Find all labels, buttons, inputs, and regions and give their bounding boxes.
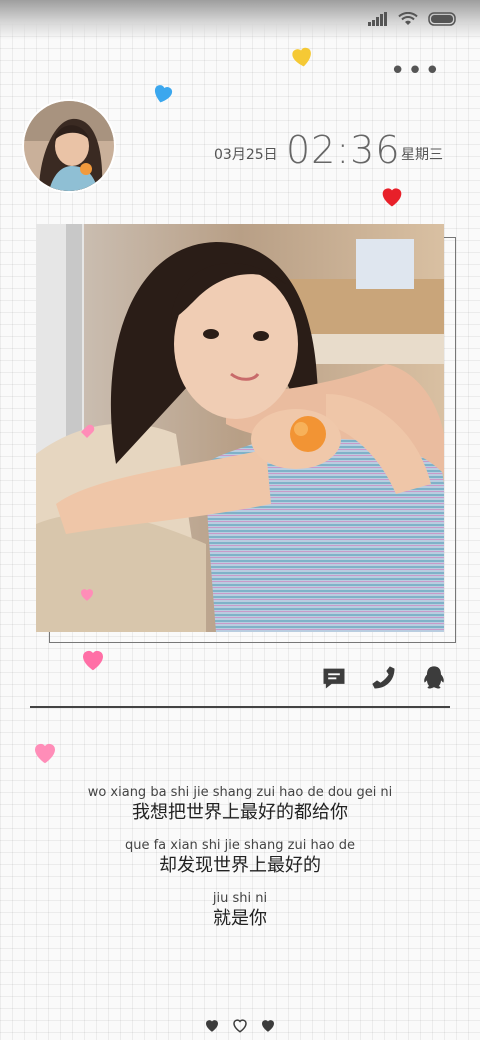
message-icon[interactable] [320, 664, 348, 692]
heart-icon [382, 188, 402, 207]
lyric-line: que fa xian shi jie shang zui hao de 却发现… [0, 838, 480, 878]
heart-icon [83, 650, 103, 671]
lyric-pinyin: que fa xian shi jie shang zui hao de [124, 838, 355, 853]
lyric-pinyin: jiu shi ni [212, 891, 268, 906]
signal-icon [368, 12, 387, 26]
heart-icon [81, 589, 93, 601]
heart-outline-icon[interactable] [231, 1016, 249, 1034]
status-icons [368, 12, 458, 26]
heart-icon [154, 85, 173, 103]
lyrics-block: wo xiang ba shi jie shang zui hao de dou… [0, 785, 480, 931]
action-bar [320, 664, 448, 692]
qq-icon[interactable] [420, 664, 448, 692]
divider [30, 706, 450, 708]
lyric-line: wo xiang ba shi jie shang zui hao de dou… [0, 785, 480, 825]
heart-filled-icon[interactable] [203, 1016, 221, 1034]
lyric-hanzi: 就是你 [213, 908, 267, 929]
time-text: 02:36 [286, 128, 401, 172]
weekday-text: 星期三 [401, 147, 443, 163]
avatar[interactable] [24, 101, 114, 191]
lyric-pinyin: wo xiang ba shi jie shang zui hao de dou… [87, 785, 393, 800]
page-indicator [0, 1016, 480, 1034]
heart-icon [35, 743, 55, 764]
battery-icon [428, 12, 456, 26]
date-text: 03月25日 [214, 147, 278, 163]
lyric-line: jiu shi ni 就是你 [0, 891, 480, 931]
lyric-hanzi: 我想把世界上最好的都给你 [132, 802, 348, 823]
lyric-hanzi: 却发现世界上最好的 [159, 855, 321, 876]
heart-filled-icon[interactable] [259, 1016, 277, 1034]
wifi-icon [398, 12, 418, 25]
phone-icon[interactable] [370, 664, 398, 692]
heart-icon [292, 47, 311, 67]
wallpaper-photo [36, 224, 444, 632]
more-menu-icon[interactable]: ••• [390, 58, 442, 84]
